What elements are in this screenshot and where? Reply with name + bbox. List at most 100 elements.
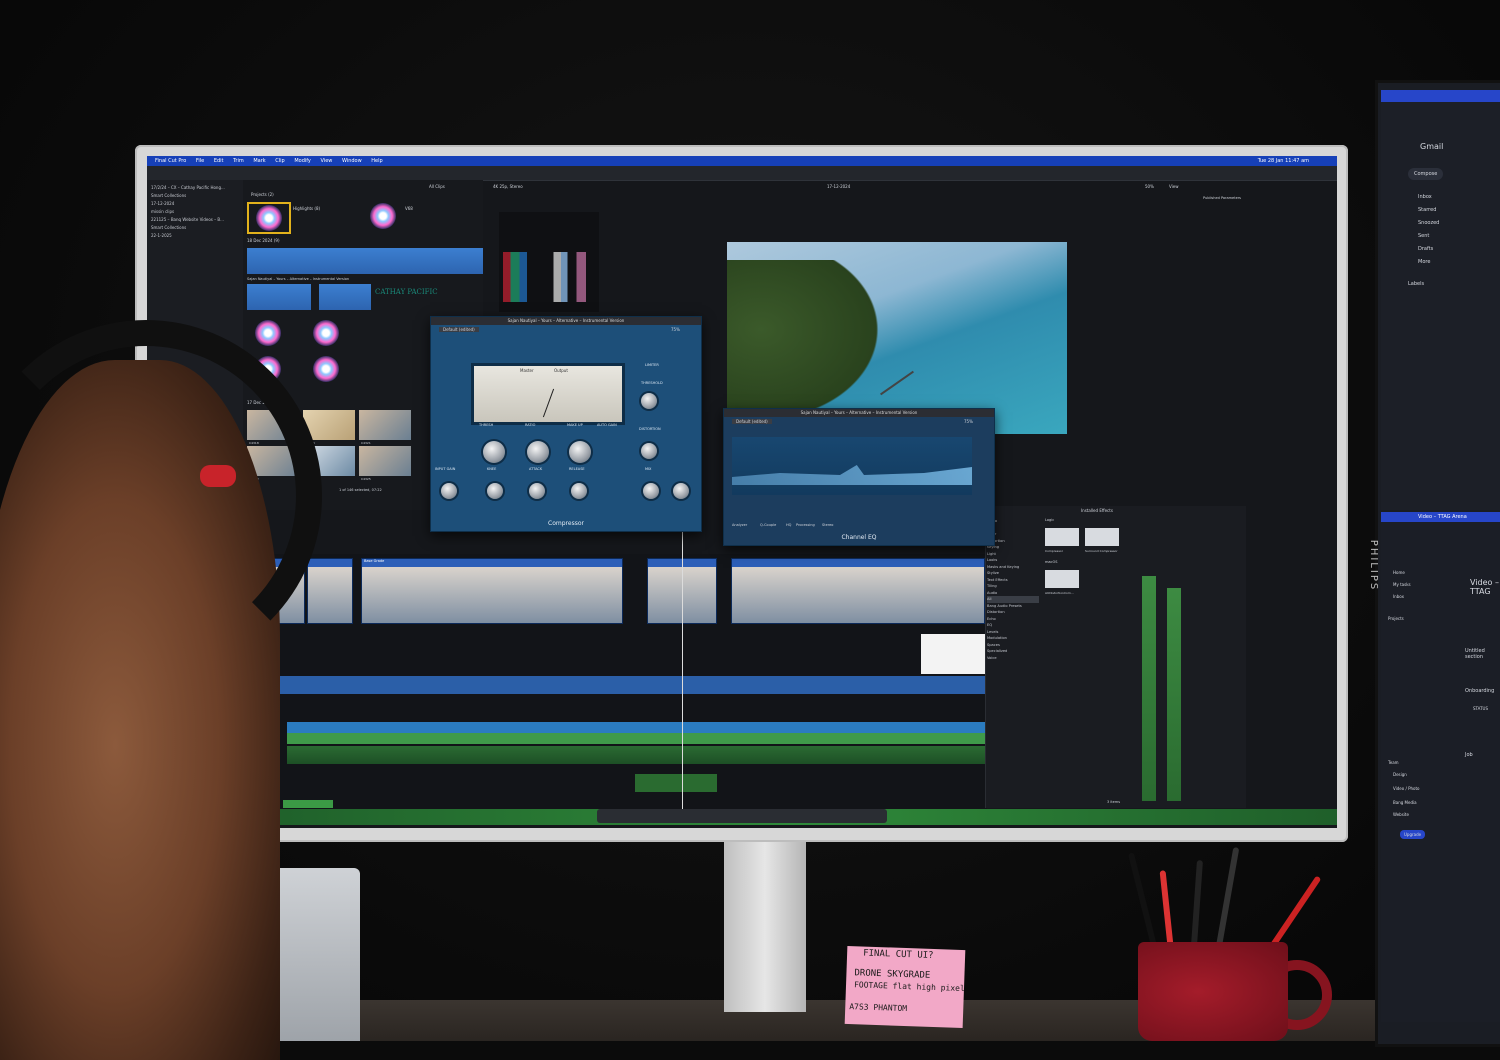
- nav-inbox[interactable]: Inbox: [1393, 594, 1404, 599]
- library-item[interactable]: 17-12-2024: [151, 200, 239, 208]
- channel-eq-plugin-window[interactable]: Sajan Nautiyal – Yours – Alternative – I…: [723, 408, 995, 546]
- audio-track-music[interactable]: [247, 676, 987, 694]
- limiter-threshold-knob[interactable]: [641, 393, 657, 409]
- clip-filter[interactable]: All Clips: [429, 184, 445, 189]
- mail-item-sent[interactable]: Sent: [1418, 233, 1429, 239]
- title-clip[interactable]: [921, 634, 985, 674]
- nav-design[interactable]: Design: [1393, 772, 1407, 777]
- nav-video-photo[interactable]: Video / Photo: [1393, 786, 1420, 791]
- audio-track-waveform[interactable]: [287, 722, 987, 744]
- final-cut-pro-window: Final Cut Pro File Edit Trim Mark Clip M…: [147, 156, 1337, 828]
- project-thumbnail-highlights[interactable]: [247, 202, 291, 234]
- menu-help[interactable]: Help: [371, 158, 382, 164]
- release-knob[interactable]: [571, 483, 587, 499]
- clip-thumbnail[interactable]: [359, 446, 411, 476]
- menu-window[interactable]: Window: [342, 158, 362, 164]
- headphone-accent: [200, 465, 236, 487]
- project-orb-icon: [256, 205, 282, 231]
- menu-mark[interactable]: Mark: [253, 158, 265, 164]
- project-name[interactable]: V68: [405, 206, 413, 211]
- plugin-zoom[interactable]: 75%: [671, 327, 680, 332]
- timeline-clip[interactable]: [731, 558, 985, 624]
- library-item[interactable]: Smart Collections: [151, 192, 239, 200]
- eq-button-qcouple[interactable]: Q-Couple: [760, 523, 776, 527]
- menu-edit[interactable]: Edit: [214, 158, 224, 164]
- audio-clip-small[interactable]: [635, 774, 717, 792]
- gmail-logo: Gmail: [1420, 142, 1444, 151]
- effects-category[interactable]: Voice: [987, 655, 1039, 662]
- plugin-zoom[interactable]: 75%: [964, 419, 973, 424]
- nav-website[interactable]: Website: [1393, 812, 1409, 817]
- knob-label: ATTACK: [529, 467, 543, 471]
- monitor-brand-label: PHILIPS: [1368, 539, 1380, 592]
- menu-app[interactable]: Final Cut Pro: [155, 158, 186, 164]
- plugin-title-bar[interactable]: Sajan Nautiyal – Yours – Alternative – I…: [724, 409, 994, 417]
- output-gain-knob[interactable]: [673, 483, 689, 499]
- clip-orb-icon[interactable]: [313, 320, 339, 346]
- browser-tab-bar[interactable]: [1381, 90, 1500, 102]
- knee-knob[interactable]: [487, 483, 503, 499]
- playhead[interactable]: [682, 531, 683, 811]
- audio-clip-waveform[interactable]: [247, 284, 311, 310]
- zoom-level[interactable]: 50%: [1145, 184, 1154, 189]
- eq-button-hq[interactable]: HQ: [786, 523, 791, 527]
- audio-track-secondary[interactable]: [287, 746, 987, 764]
- menu-view[interactable]: View: [321, 158, 333, 164]
- ratio-knob[interactable]: [527, 441, 549, 463]
- mail-item-snoozed[interactable]: Snoozed: [1418, 220, 1439, 226]
- audio-clip-waveform[interactable]: [247, 248, 483, 274]
- library-item[interactable]: 22-1-2025: [151, 232, 239, 240]
- library-item[interactable]: 221125 – Banq Website Videos – B...: [151, 216, 239, 224]
- effect-thumbnail-compressor[interactable]: [1045, 528, 1079, 546]
- meter-mode-output[interactable]: Output: [554, 368, 568, 373]
- preset-menu[interactable]: Default (edited): [732, 419, 772, 424]
- mail-item-inbox[interactable]: Inbox: [1418, 194, 1432, 200]
- project-name[interactable]: Highlights (8): [293, 206, 320, 211]
- mail-item-drafts[interactable]: Drafts: [1418, 246, 1433, 252]
- eq-button-analyzer[interactable]: Analyzer: [732, 523, 747, 527]
- mix-knob[interactable]: [643, 483, 659, 499]
- cathay-pacific-clip[interactable]: CATHAY PACIFIC: [375, 288, 455, 310]
- audio-clip-small[interactable]: [283, 800, 333, 808]
- effect-thumbnail-surround[interactable]: [1085, 528, 1119, 546]
- effect-thumbnail-audistortion[interactable]: [1045, 570, 1079, 588]
- timeline-clip[interactable]: [307, 558, 353, 624]
- clip-orb-icon[interactable]: [313, 356, 339, 382]
- video-viewer[interactable]: [727, 242, 1067, 434]
- library-item[interactable]: 17/2/24 – CX – Cathay Pacific Hong...: [151, 184, 239, 192]
- menu-modify[interactable]: Modify: [294, 158, 311, 164]
- compose-button[interactable]: Compose: [1408, 168, 1444, 180]
- menu-clip[interactable]: Clip: [275, 158, 284, 164]
- preset-menu[interactable]: Default (edited): [439, 327, 479, 332]
- makeup-knob[interactable]: [569, 441, 591, 463]
- library-item[interactable]: missin clips: [151, 208, 239, 216]
- asana-tab-title[interactable]: Video – TTAG Arena: [1418, 514, 1467, 520]
- project-thumbnail-v68[interactable]: [363, 202, 403, 230]
- dock[interactable]: [597, 809, 887, 823]
- threshold-knob[interactable]: [483, 441, 505, 463]
- menu-trim[interactable]: Trim: [233, 158, 244, 164]
- eq-graph[interactable]: [732, 437, 972, 495]
- timeline-clip[interactable]: Base Grade: [361, 558, 623, 624]
- audio-clip-waveform[interactable]: [319, 284, 371, 310]
- mail-item-starred[interactable]: Starred: [1418, 207, 1436, 213]
- nav-my-tasks[interactable]: My tasks: [1393, 582, 1411, 587]
- library-item[interactable]: Smart Collections: [151, 224, 239, 232]
- upgrade-button[interactable]: Upgrade: [1400, 830, 1426, 839]
- view-menu[interactable]: View: [1169, 184, 1179, 189]
- labels-heading: Labels: [1408, 281, 1425, 287]
- clip-thumbnail[interactable]: [359, 410, 411, 440]
- mail-item-more[interactable]: More: [1418, 259, 1430, 265]
- distortion-knob[interactable]: [641, 443, 657, 459]
- eq-button-processing[interactable]: Processing: [796, 523, 815, 527]
- nav-bang-media[interactable]: Bang Media: [1393, 800, 1417, 805]
- menu-file[interactable]: File: [196, 158, 204, 164]
- plugin-title-bar[interactable]: Sajan Nautiyal – Yours – Alternative – I…: [431, 317, 701, 325]
- compressor-plugin-window[interactable]: Sajan Nautiyal – Yours – Alternative – I…: [430, 316, 702, 532]
- clip-orb-icon[interactable]: [255, 320, 281, 346]
- nav-home[interactable]: Home: [1393, 570, 1405, 575]
- meter-mode-master[interactable]: Master: [520, 368, 534, 373]
- input-gain-knob[interactable]: [441, 483, 457, 499]
- attack-knob[interactable]: [529, 483, 545, 499]
- eq-button-stereo[interactable]: Stereo: [822, 523, 833, 527]
